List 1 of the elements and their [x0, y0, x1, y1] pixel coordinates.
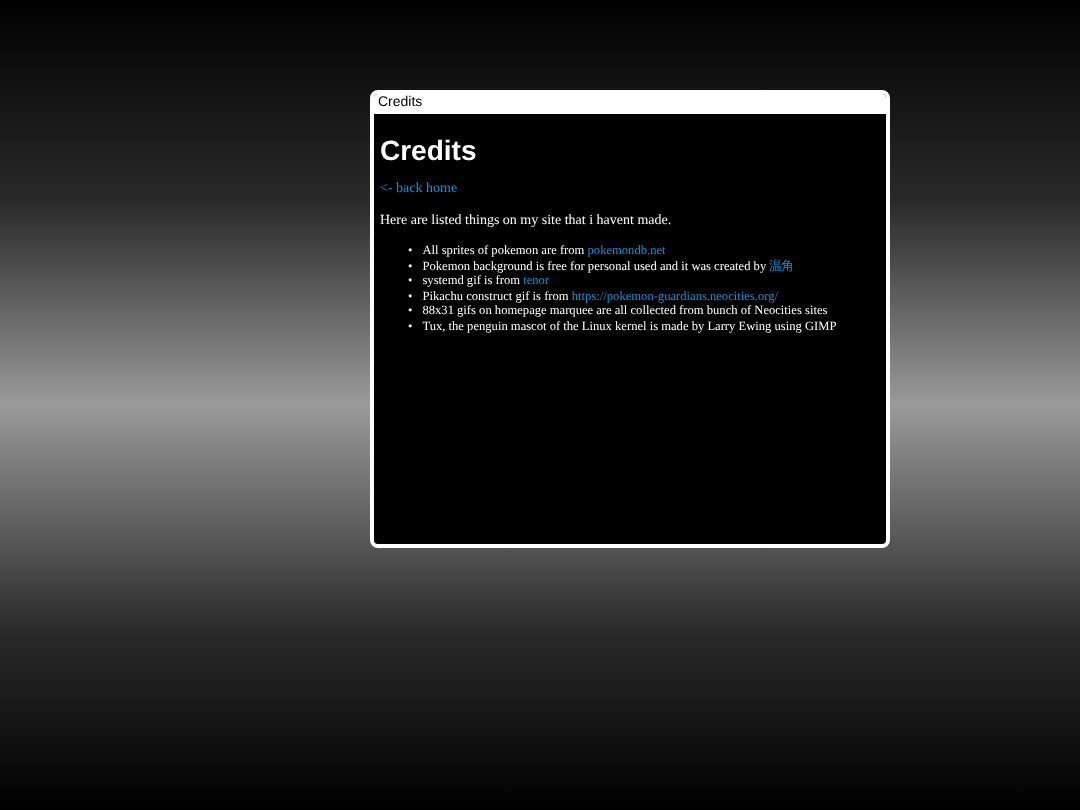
page-heading: Credits [380, 134, 479, 166]
